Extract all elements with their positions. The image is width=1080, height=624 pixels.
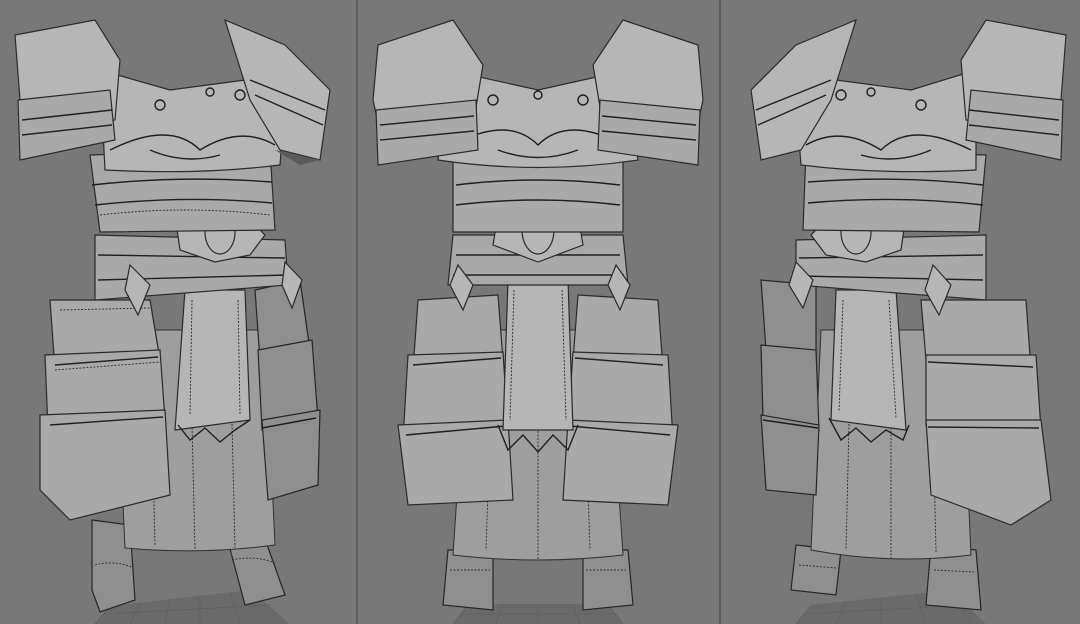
armor-model-front[interactable] bbox=[358, 0, 719, 624]
front-tabard-front bbox=[497, 279, 579, 454]
viewport-left[interactable] bbox=[0, 0, 356, 624]
viewport-front[interactable] bbox=[358, 0, 719, 624]
viewport-right[interactable] bbox=[721, 0, 1080, 624]
front-tabard-left bbox=[174, 289, 251, 443]
tasset-plates-right bbox=[920, 299, 1052, 526]
tasset-plates-left bbox=[39, 299, 171, 521]
armor-model-right[interactable] bbox=[721, 0, 1080, 624]
armor-model-left[interactable] bbox=[0, 0, 356, 624]
viewport-layout bbox=[0, 0, 1080, 624]
tasset-plates-left-side-right bbox=[760, 279, 820, 496]
front-tabard-right bbox=[828, 289, 910, 443]
